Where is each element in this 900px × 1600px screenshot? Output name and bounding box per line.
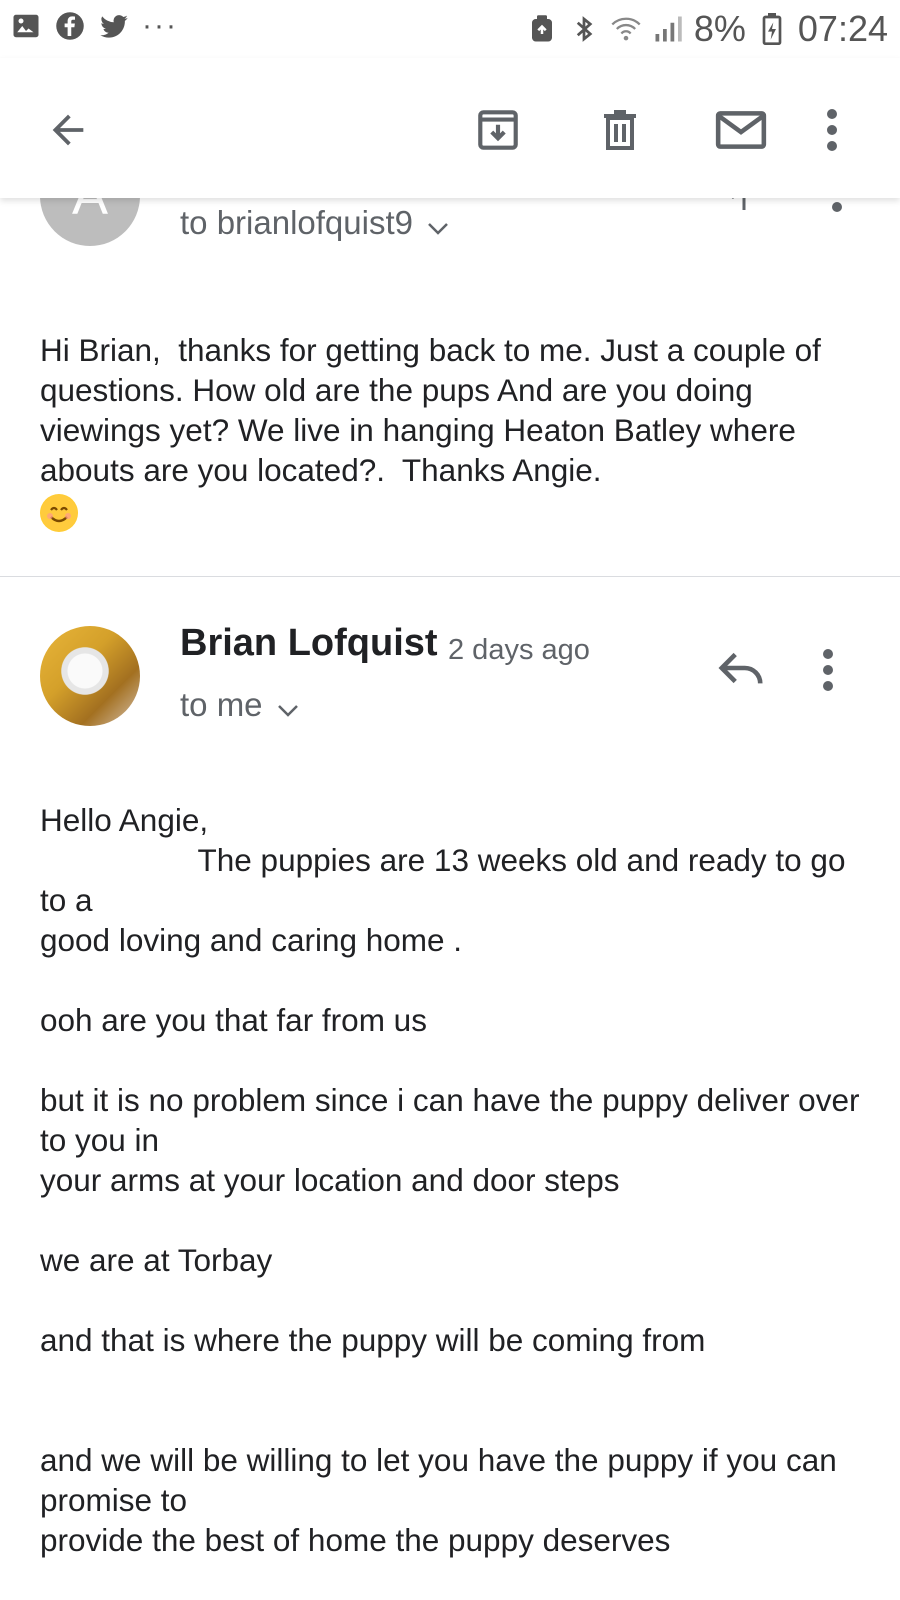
sender-avatar[interactable]: A [40, 198, 140, 246]
back-arrow-icon [52, 114, 84, 146]
archive-icon [478, 110, 518, 150]
wifi-icon [610, 13, 642, 45]
message-divider [0, 576, 900, 577]
delete-icon [604, 110, 636, 150]
message-body: Hi Brian, thanks for getting back to me.… [40, 330, 860, 532]
recipient-label: to me [180, 686, 263, 723]
archive-button[interactable] [466, 98, 530, 162]
more-options-button[interactable] [812, 98, 852, 162]
sender-name: Brian Lofquist [180, 622, 438, 664]
more-vert-icon [827, 109, 837, 151]
chevron-down-icon [277, 688, 299, 726]
reply-icon [718, 652, 763, 684]
message-body-text: Hello Angie, The puppies are 13 weeks ol… [40, 802, 860, 1558]
back-button[interactable] [36, 98, 100, 162]
chevron-down-icon [427, 206, 449, 244]
data-saver-icon [526, 13, 558, 45]
gallery-icon [10, 10, 42, 42]
recipient-details[interactable]: to me [180, 686, 299, 726]
battery-charging-icon [756, 13, 788, 45]
reply-icon[interactable] [720, 198, 770, 217]
message-body-text: Hi Brian, thanks for getting back to me.… [40, 332, 830, 488]
message-thread: A to brianlofquist9 Hi Brian, thanks for… [0, 198, 900, 1600]
facebook-icon [54, 10, 86, 42]
app-toolbar [0, 58, 900, 198]
battery-percentage: 8% [693, 8, 746, 49]
mark-unread-button[interactable] [706, 98, 776, 162]
mark-unread-icon [715, 111, 767, 149]
smiling-face-emoji-icon [40, 493, 78, 532]
system-status: 8% 07:24 [526, 6, 888, 52]
message-timestamp: 2 days ago [448, 634, 590, 666]
more-vert-icon [823, 649, 833, 691]
signal-icon [652, 13, 684, 45]
message-more-button[interactable] [822, 648, 834, 697]
recipient-label: to brianlofquist9 [180, 204, 413, 241]
delete-button[interactable] [588, 98, 652, 162]
notification-icons: ··· [10, 10, 178, 42]
more-vert-icon[interactable] [832, 202, 842, 212]
recipient-details[interactable]: to brianlofquist9 [180, 204, 449, 244]
bluetooth-icon [568, 13, 600, 45]
reply-button[interactable] [716, 648, 766, 693]
status-bar: ··· 8% 07:24 [0, 0, 900, 58]
twitter-icon [98, 10, 130, 42]
more-notifications-icon: ··· [142, 9, 178, 42]
message-body: Hello Angie, The puppies are 13 weeks ol… [40, 800, 860, 1560]
clock: 07:24 [797, 8, 888, 49]
sender-avatar[interactable] [40, 626, 140, 726]
